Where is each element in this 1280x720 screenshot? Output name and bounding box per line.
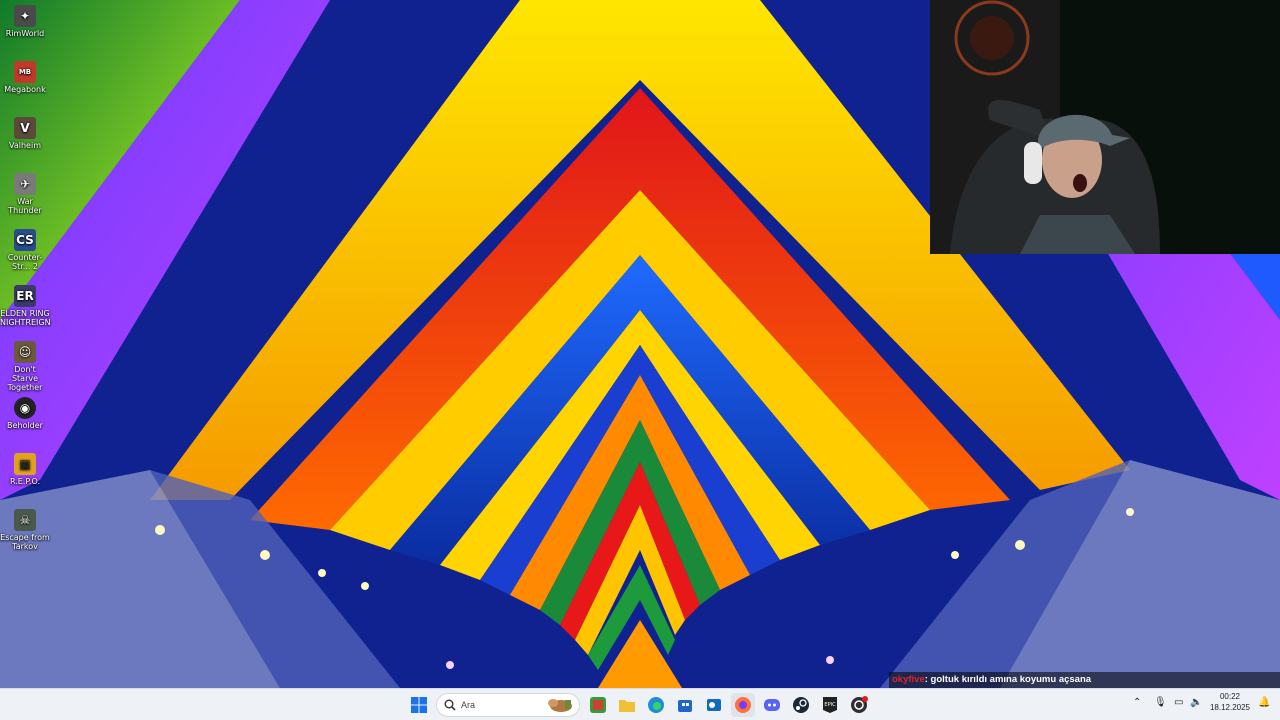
stream-chat-message: okyfive: goltuk kırıldı amına koyumu açs… <box>889 672 1280 688</box>
desktop-icon-label: Beholder <box>7 421 43 430</box>
store-icon <box>678 700 692 712</box>
desktop-icon-megabonk[interactable]: MB Megabonk <box>0 61 50 94</box>
valheim-icon: V <box>14 117 36 139</box>
pinned-firefox[interactable] <box>731 693 755 717</box>
desktop-icon-rimworld[interactable]: ✦ RimWorld <box>0 5 50 38</box>
desktop-icon-label: RimWorld <box>5 29 45 38</box>
search-highlight-icon <box>548 699 572 712</box>
elden-ring-icon: ER <box>14 285 36 307</box>
firefox-icon <box>735 697 751 713</box>
desktop-icon-label: Counter-Str... 2 <box>7 253 43 271</box>
network-icon[interactable]: ▭ <box>1174 697 1183 708</box>
volume-icon[interactable]: 🔈 <box>1190 697 1202 708</box>
taskbar-clock[interactable]: 00:22 18.12.2025 <box>1206 691 1254 713</box>
tray-overflow-chevron-icon[interactable]: ⌃ <box>1133 697 1141 708</box>
obs-icon <box>851 696 868 713</box>
webcam-overlay <box>930 0 1280 254</box>
microphone-icon[interactable]: 🎙 <box>1154 697 1167 708</box>
desktop-icon-label: Don't Starve Together <box>7 365 43 392</box>
epic-games-icon: EPIC <box>823 697 837 713</box>
megabonk-icon: MB <box>14 61 36 83</box>
war-thunder-icon: ✈ <box>14 173 36 195</box>
chat-username: okyfive <box>892 674 925 685</box>
pinned-xbox-app[interactable] <box>586 693 610 717</box>
edge-icon <box>648 697 664 713</box>
desktop-icon-valheim[interactable]: V Valheim <box>0 117 50 150</box>
steam-icon <box>793 697 809 713</box>
notifications-icon[interactable]: 🔔 <box>1258 697 1270 708</box>
desktop-icon-label: R.E.P.O. <box>9 477 41 486</box>
desktop-icon-repo[interactable]: ▣ R.E.P.O. <box>0 453 50 486</box>
pinned-discord[interactable] <box>760 693 784 717</box>
counter-strike-icon: CS <box>14 229 36 251</box>
xbox-app-icon <box>590 697 606 713</box>
clock-time: 00:22 <box>1219 692 1241 701</box>
desktop-icon-counter-strike[interactable]: CS Counter-Str... 2 <box>0 229 50 271</box>
chat-message-text: : goltuk kırıldı amına koyumu açsana <box>924 674 1092 685</box>
pinned-epic-games[interactable]: EPIC <box>818 693 842 717</box>
pinned-file-explorer[interactable] <box>615 693 639 717</box>
desktop-icon-label: Megabonk <box>4 85 46 94</box>
desktop-icon-elden-ring[interactable]: ER ELDEN RING NIGHTREIGN <box>0 285 51 327</box>
webcam-feed-image <box>930 0 1280 254</box>
repo-icon: ▣ <box>14 453 36 475</box>
desktop-icon-dont-starve[interactable]: ☺ Don't Starve Together <box>0 341 50 392</box>
desktop-icon-label: Valheim <box>9 141 41 150</box>
search-icon <box>444 699 456 711</box>
pinned-outlook[interactable] <box>702 693 726 717</box>
discord-icon <box>764 699 780 711</box>
pinned-steam[interactable] <box>789 693 813 717</box>
clock-date: 18.12.2025 <box>1209 703 1251 712</box>
desktop-icon-label: Escape from Tarkov <box>0 533 50 551</box>
windows-icon <box>411 697 427 713</box>
start-button[interactable] <box>407 693 431 717</box>
pinned-edge[interactable] <box>644 693 668 717</box>
taskbar: Ara EPIC ⌃ 🎙 ▭ 🔈 00:22 18.12.2025 🔔 <box>0 688 1280 720</box>
desktop-icon-label: ELDEN RING NIGHTREIGN <box>0 309 51 327</box>
dont-starve-icon: ☺ <box>14 341 36 363</box>
desktop-icon-war-thunder[interactable]: ✈ War Thunder <box>0 173 50 215</box>
rimworld-icon: ✦ <box>14 5 36 27</box>
search-placeholder: Ara <box>461 700 476 710</box>
desktop-icon-beholder[interactable]: ◉ Beholder <box>0 397 50 430</box>
pinned-obs[interactable] <box>847 693 871 717</box>
svg-text:EPIC: EPIC <box>824 702 836 708</box>
beholder-icon: ◉ <box>14 397 36 419</box>
outlook-icon <box>707 699 721 711</box>
desktop-icon-label: War Thunder <box>8 197 42 215</box>
pinned-store[interactable] <box>673 693 697 717</box>
desktop-icon-tarkov[interactable]: ☠ Escape from Tarkov <box>0 509 50 551</box>
folder-icon <box>619 700 635 712</box>
taskbar-search-box[interactable]: Ara <box>436 693 580 717</box>
tarkov-icon: ☠ <box>14 509 36 531</box>
